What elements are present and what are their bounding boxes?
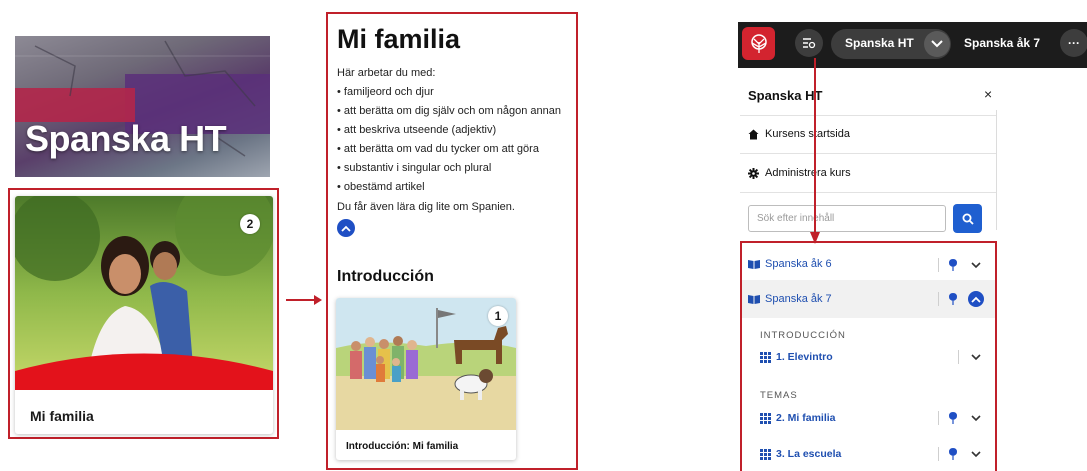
divider xyxy=(938,447,939,461)
divider xyxy=(740,115,996,116)
sidebar-item-label: Administrera kurs xyxy=(765,167,851,179)
bullet-item: • substantiv i singular och plural xyxy=(337,162,492,174)
grid-icon xyxy=(760,351,771,363)
search-icon xyxy=(962,213,974,225)
toc-button[interactable] xyxy=(795,29,823,57)
chevron-down-icon xyxy=(971,353,981,360)
course-item[interactable]: Spanska åk 7 xyxy=(748,293,832,305)
section-label: INTRODUCCIÓN xyxy=(760,330,846,341)
collapse-button[interactable] xyxy=(337,219,355,237)
sidebar-item-admin[interactable]: Administrera kurs xyxy=(748,167,851,179)
pin-icon[interactable] xyxy=(948,293,958,305)
pin-icon[interactable] xyxy=(948,448,958,460)
lesson-item-label: 1. Elevintro xyxy=(776,351,833,363)
course-dropdown-button[interactable] xyxy=(924,31,950,57)
lesson-item-label: 2. Mi familia xyxy=(776,412,836,424)
card-title: Mi familia xyxy=(30,408,94,424)
chevron-up-icon xyxy=(971,296,981,303)
divider xyxy=(938,411,939,425)
outro-text: Du får även lära dig lite om Spanien. xyxy=(337,201,515,213)
book-icon xyxy=(748,295,760,304)
arrow-right-icon xyxy=(286,295,322,305)
divider xyxy=(740,192,996,193)
course-banner[interactable]: Spanska HT xyxy=(15,36,270,177)
module-card[interactable]: 2 Mi familia xyxy=(15,196,273,434)
item-count-badge: 2 xyxy=(240,214,260,234)
home-icon xyxy=(748,129,759,139)
close-icon[interactable]: × xyxy=(984,86,992,102)
expand-button[interactable] xyxy=(968,349,984,365)
collapse-button[interactable] xyxy=(968,291,984,307)
expand-button[interactable] xyxy=(968,410,984,426)
page-title: Mi familia xyxy=(337,24,461,54)
bullet-item: • att berätta om dig själv och om någon … xyxy=(337,105,561,117)
pin-icon[interactable] xyxy=(948,259,958,271)
chevron-up-icon xyxy=(341,225,351,232)
divider xyxy=(740,153,996,154)
tree-logo-icon xyxy=(750,33,767,53)
chevron-down-icon xyxy=(971,450,981,457)
item-count-badge: 1 xyxy=(488,306,508,326)
more-button[interactable]: ··· xyxy=(1060,29,1087,57)
sidebar-item-course-home[interactable]: Kursens startsida xyxy=(748,128,850,140)
divider xyxy=(996,110,997,230)
family-photo xyxy=(15,196,273,390)
lesson-item[interactable]: 2. Mi familia xyxy=(760,412,836,424)
divider xyxy=(938,258,939,272)
section-label: TEMAS xyxy=(760,390,798,401)
course-selector-label: Spanska HT xyxy=(845,36,914,50)
bullet-item: • att berätta om vad du tycker om att gö… xyxy=(337,143,539,155)
bullet-item: • familjeord och djur xyxy=(337,86,434,98)
lesson-item[interactable]: 1. Elevintro xyxy=(760,351,833,363)
logo[interactable] xyxy=(742,27,775,60)
section-heading: Introducción xyxy=(337,268,434,285)
chevron-down-icon xyxy=(971,414,981,421)
list-search-icon xyxy=(803,38,816,49)
intro-text: Här arbetar du med: xyxy=(337,67,436,79)
divider xyxy=(958,350,959,364)
bullet-item: • obestämd artikel xyxy=(337,181,425,193)
search-placeholder: Sök efter innehåll xyxy=(757,213,835,224)
divider xyxy=(938,292,939,306)
lesson-card-title: Introducción: Mi familia xyxy=(346,441,459,452)
bullet-item: • att beskriva utseende (adjektiv) xyxy=(337,124,497,136)
book-icon xyxy=(748,260,760,269)
expand-button[interactable] xyxy=(968,257,984,273)
grid-icon xyxy=(760,448,771,460)
gear-icon xyxy=(748,167,759,179)
chevron-down-icon xyxy=(971,261,981,268)
search-button[interactable] xyxy=(953,204,982,233)
expand-button[interactable] xyxy=(968,446,984,462)
course-link[interactable]: Spanska åk 7 xyxy=(964,36,1040,50)
banner-title: Spanska HT xyxy=(25,118,227,159)
lesson-item-label: 3. La escuela xyxy=(776,448,842,460)
arrow-down-icon xyxy=(810,58,820,244)
sidebar-item-label: Kursens startsida xyxy=(765,128,850,140)
course-item-label: Spanska åk 7 xyxy=(765,293,832,305)
grid-icon xyxy=(760,412,771,424)
pin-icon[interactable] xyxy=(948,412,958,424)
lesson-card[interactable]: 1 Introducción: Mi familia xyxy=(336,298,516,460)
course-item[interactable]: Spanska åk 6 xyxy=(748,258,832,270)
course-item-label: Spanska åk 6 xyxy=(765,258,832,270)
lesson-item[interactable]: 3. La escuela xyxy=(760,448,841,460)
chevron-down-icon xyxy=(931,40,943,48)
